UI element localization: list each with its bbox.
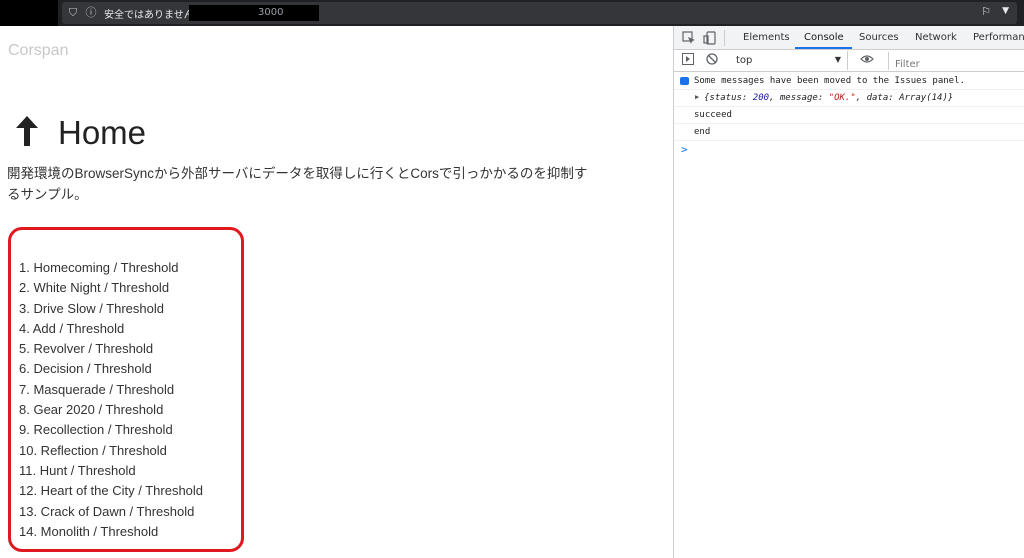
- list-item: 10. Reflection / Threshold: [19, 442, 167, 458]
- address-bar[interactable]: ⛉ ⓘ 安全ではありません 3000 ⚐ ▼: [62, 2, 1017, 24]
- divider: [724, 30, 725, 46]
- inspect-icon[interactable]: [682, 30, 698, 46]
- clear-console-icon[interactable]: [706, 53, 718, 68]
- page-title-text: Home: [58, 114, 147, 151]
- browser-toolbar: ⛉ ⓘ 安全ではありません 3000 ⚐ ▼: [0, 0, 1024, 26]
- console-log: Some messages have been moved to the Iss…: [674, 73, 1024, 141]
- list-item: 7. Masquerade / Threshold: [19, 381, 175, 397]
- filter-field[interactable]: [888, 52, 1024, 73]
- tab-performance[interactable]: Performanc: [973, 32, 1024, 43]
- list-item: 8. Gear 2020 / Threshold: [19, 402, 164, 418]
- console-message-text: Some messages have been moved to the Iss…: [694, 76, 965, 86]
- bookmark-icon[interactable]: ⚐: [981, 5, 991, 18]
- sidebar-toggle-icon[interactable]: [682, 53, 694, 68]
- tab-network[interactable]: Network: [915, 32, 957, 43]
- info-icon[interactable]: ⓘ: [84, 5, 98, 21]
- list-item: 6. Decision / Threshold: [19, 361, 152, 377]
- console-message-text: end: [694, 127, 711, 137]
- list-item: 1. Homecoming / Threshold: [19, 260, 179, 275]
- list-item: 12. Heart of the City / Threshold: [19, 483, 204, 499]
- eye-icon[interactable]: [860, 53, 874, 68]
- caret-down-icon: ▼: [834, 55, 841, 64]
- brand-logo[interactable]: Corspan: [8, 42, 68, 60]
- list-item: 14. Monolith / Threshold: [19, 523, 159, 539]
- devtools-tabbar: Elements Console Sources Network Perform…: [674, 26, 1024, 50]
- expand-triangle-icon[interactable]: ▶: [695, 93, 699, 101]
- console-toolbar: top ▼: [674, 50, 1024, 73]
- active-tab-indicator: [795, 47, 852, 49]
- redacted-url: [189, 5, 319, 21]
- context-selector[interactable]: top ▼: [728, 51, 848, 70]
- tab-sources[interactable]: Sources: [859, 32, 899, 43]
- console-message-text: succeed: [694, 110, 732, 120]
- console-object-row[interactable]: ▶ {status: 200, message: "OK.", data: Ar…: [674, 90, 1024, 107]
- list-item: 9. Recollection / Threshold: [19, 422, 173, 438]
- arrow-up-icon: [16, 116, 44, 150]
- issues-icon[interactable]: [680, 77, 689, 85]
- console-message: end: [674, 124, 1024, 141]
- devtools-panel: Elements Console Sources Network Perform…: [673, 26, 1024, 558]
- console-message: Some messages have been moved to the Iss…: [674, 73, 1024, 90]
- page-title: Home: [16, 114, 146, 152]
- filter-input[interactable]: [889, 56, 1019, 73]
- list-item: 4. Add / Threshold: [19, 320, 125, 336]
- list-item: 3. Drive Slow / Threshold: [19, 300, 164, 316]
- list-item: 13. Crack of Dawn / Threshold: [19, 503, 195, 519]
- tab-elements[interactable]: Elements: [743, 32, 790, 43]
- page-viewport: Corspan Home 開発環境のBrowserSyncから外部サーバにデータ…: [0, 26, 673, 558]
- context-value: top: [736, 55, 753, 66]
- security-label: 安全ではありません: [104, 10, 194, 21]
- console-prompt[interactable]: >: [681, 143, 688, 156]
- url-port: 3000: [258, 7, 284, 18]
- chevron-down-icon[interactable]: ▼: [1002, 6, 1009, 16]
- device-toggle-icon[interactable]: [703, 30, 719, 46]
- page-description: 開発環境のBrowserSyncから外部サーバにデータを取得しに行くとCorsで…: [7, 166, 588, 202]
- console-object-text: {status: 200, message: "OK.", data: Arra…: [704, 93, 954, 103]
- console-message: succeed: [674, 107, 1024, 124]
- tab-console[interactable]: Console: [804, 32, 844, 43]
- redacted-area: [0, 0, 58, 26]
- shield-icon[interactable]: ⛉: [66, 5, 80, 21]
- list-item: 2. White Night / Threshold: [19, 280, 170, 296]
- list-item: 11. Hunt / Threshold: [19, 462, 136, 478]
- song-list: 1. Homecoming / Threshold 2. White Night …: [19, 258, 203, 542]
- list-item: 5. Revolver / Threshold: [19, 341, 154, 357]
